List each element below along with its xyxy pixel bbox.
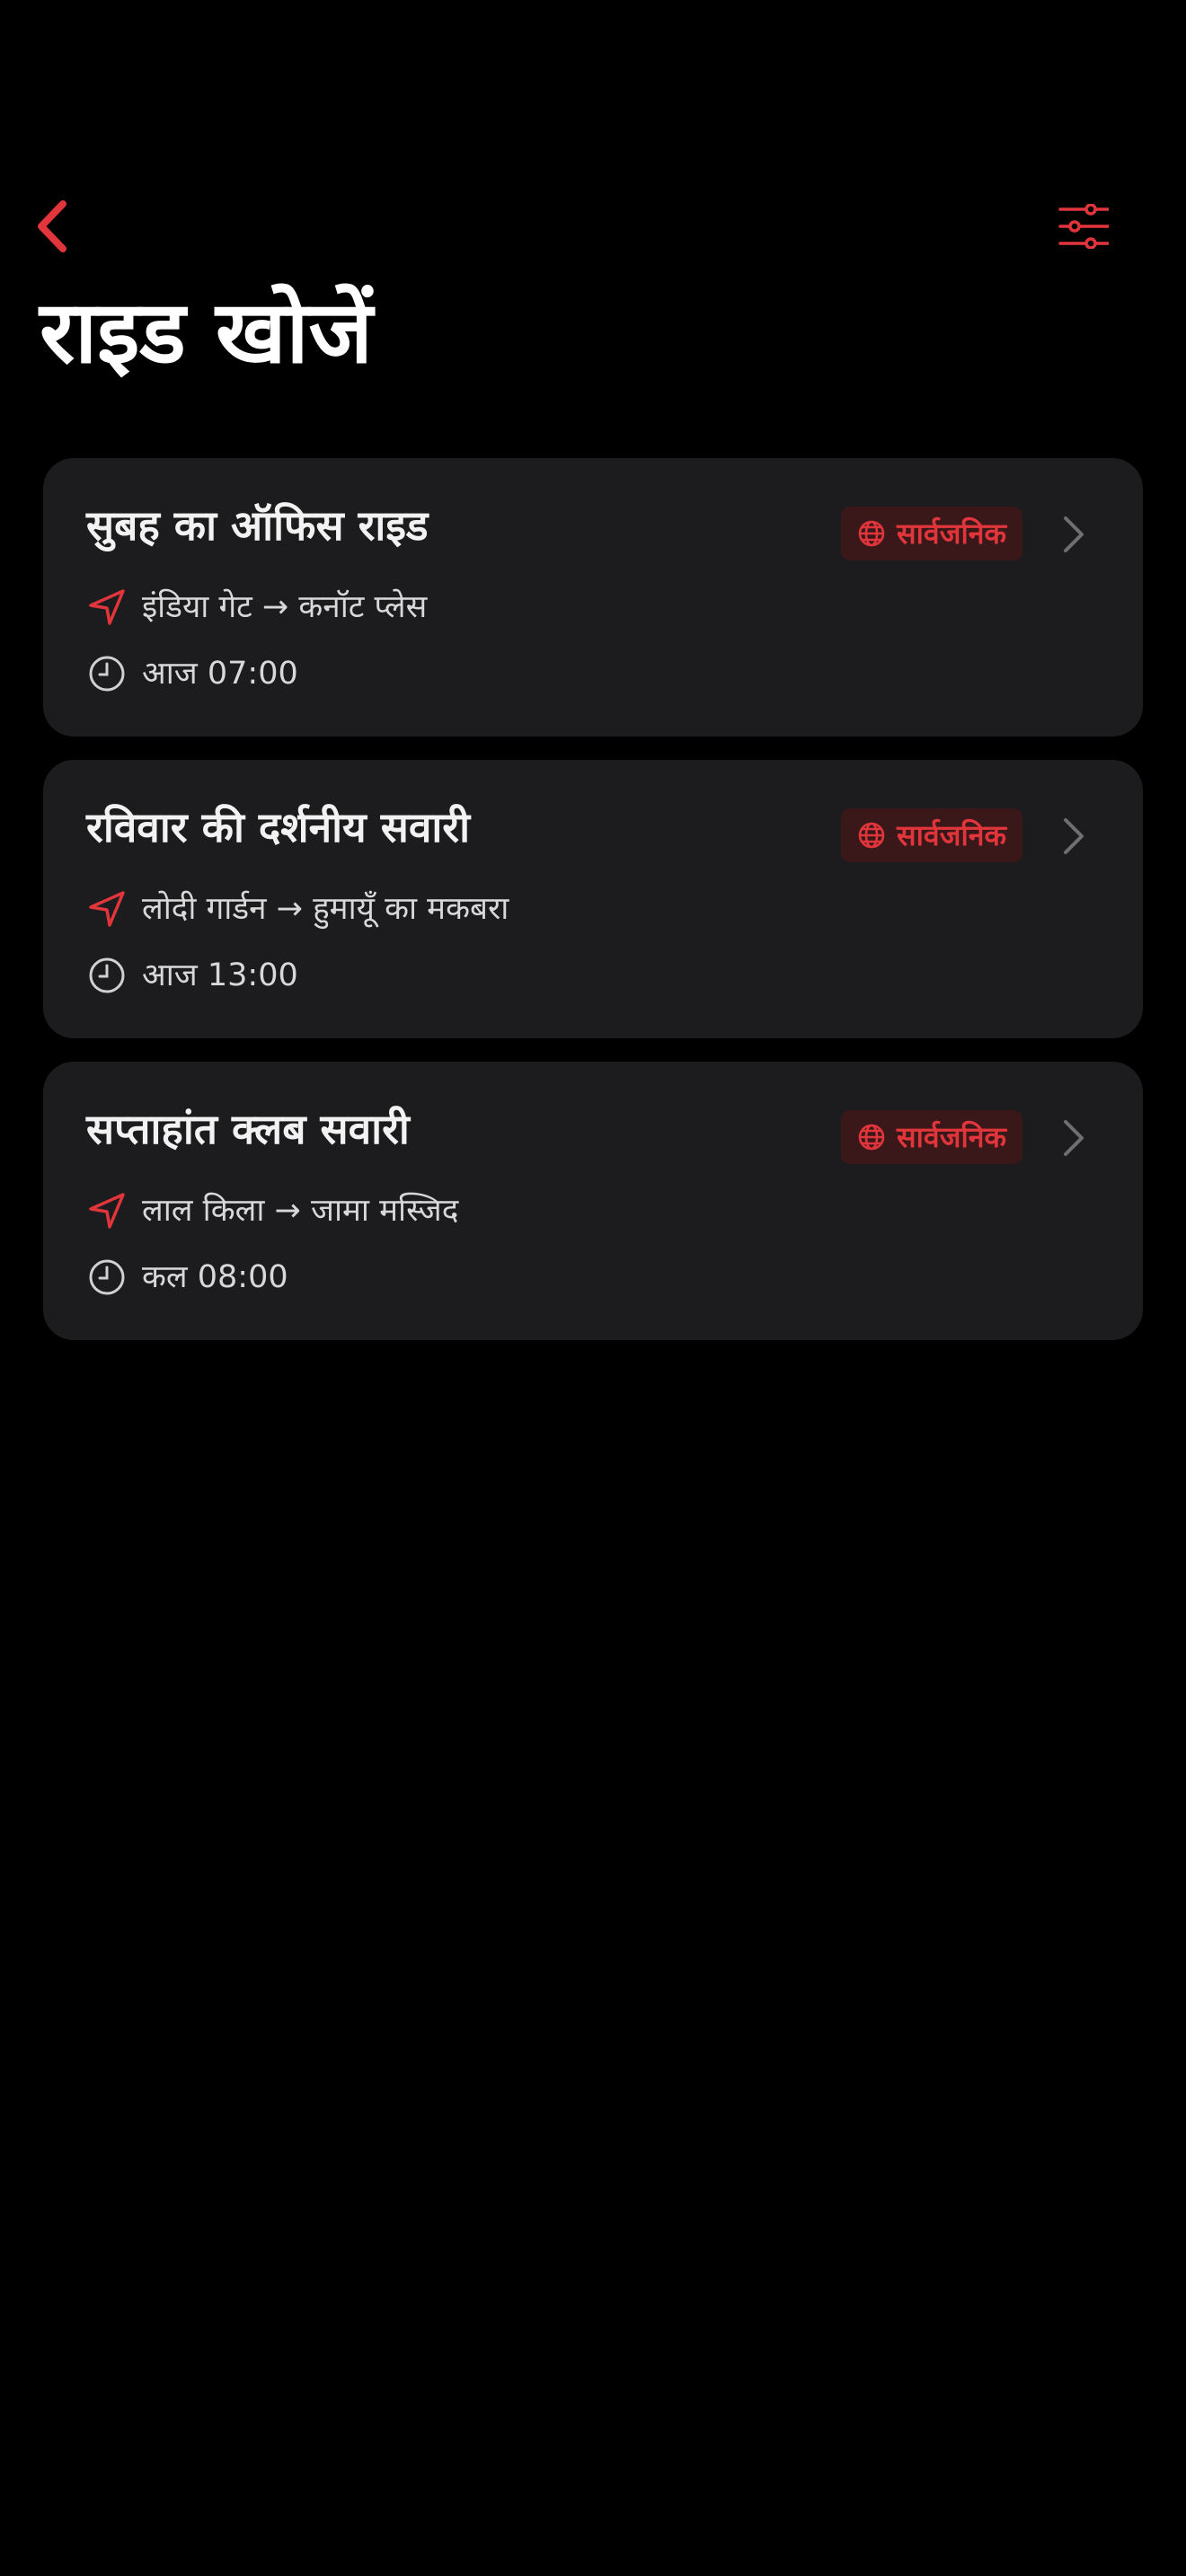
page-title: राइड खोजें	[40, 282, 373, 383]
ride-title: रविवार की दर्शनीय सवारी	[86, 803, 471, 851]
clock-icon	[89, 957, 125, 993]
chevron-left-icon	[38, 200, 66, 252]
ride-list: सुबह का ऑफिस राइड सार्वजनिक इंडिया गेट →…	[43, 458, 1143, 1363]
ride-title: सप्ताहांत क्लब सवारी	[86, 1105, 410, 1153]
time-row: कल 08:00	[86, 1252, 288, 1302]
globe-icon	[858, 822, 885, 849]
filter-button[interactable]	[1049, 196, 1118, 257]
clock-icon	[89, 656, 125, 692]
route-text: लोदी गार्डन → हुमायूँ का मकबरा	[142, 891, 509, 927]
time-text: आज 07:00	[142, 656, 298, 692]
route-row: लाल किला → जामा मस्जिद	[86, 1186, 458, 1236]
chevron-right-icon	[1060, 514, 1087, 555]
route-text: इंडिया गेट → कनॉट प्लेस	[142, 589, 428, 625]
location-arrow-icon	[89, 891, 125, 927]
navigation-bar	[0, 180, 1186, 273]
location-arrow-icon	[89, 589, 125, 625]
time-row: आज 13:00	[86, 950, 298, 1001]
back-button[interactable]	[27, 192, 77, 260]
visibility-badge: सार्वजनिक	[841, 507, 1023, 560]
location-arrow-icon	[89, 1193, 125, 1229]
ride-title: सुबह का ऑफिस राइड	[86, 501, 429, 550]
badge-label: सार्वजनिक	[897, 818, 1007, 852]
clock-icon	[89, 1259, 125, 1295]
badge-label: सार्वजनिक	[897, 1120, 1007, 1154]
time-row: आज 07:00	[86, 648, 298, 699]
time-text: आज 13:00	[142, 957, 298, 993]
chevron-right-icon	[1060, 816, 1087, 857]
route-text: लाल किला → जामा मस्जिद	[142, 1193, 459, 1229]
visibility-badge: सार्वजनिक	[841, 1110, 1023, 1164]
ride-card[interactable]: सप्ताहांत क्लब सवारी सार्वजनिक लाल किला …	[43, 1062, 1143, 1340]
time-text: कल 08:00	[142, 1259, 288, 1295]
badge-label: सार्वजनिक	[897, 516, 1007, 551]
visibility-badge: सार्वजनिक	[841, 808, 1023, 862]
globe-icon	[858, 520, 885, 547]
globe-icon	[858, 1124, 885, 1151]
ride-card[interactable]: रविवार की दर्शनीय सवारी सार्वजनिक लोदी ग…	[43, 760, 1143, 1038]
route-row: लोदी गार्डन → हुमायूँ का मकबरा	[86, 884, 509, 934]
chevron-right-icon	[1060, 1117, 1087, 1159]
route-row: इंडिया गेट → कनॉट प्लेस	[86, 582, 427, 632]
sliders-icon	[1058, 204, 1109, 249]
ride-card[interactable]: सुबह का ऑफिस राइड सार्वजनिक इंडिया गेट →…	[43, 458, 1143, 737]
